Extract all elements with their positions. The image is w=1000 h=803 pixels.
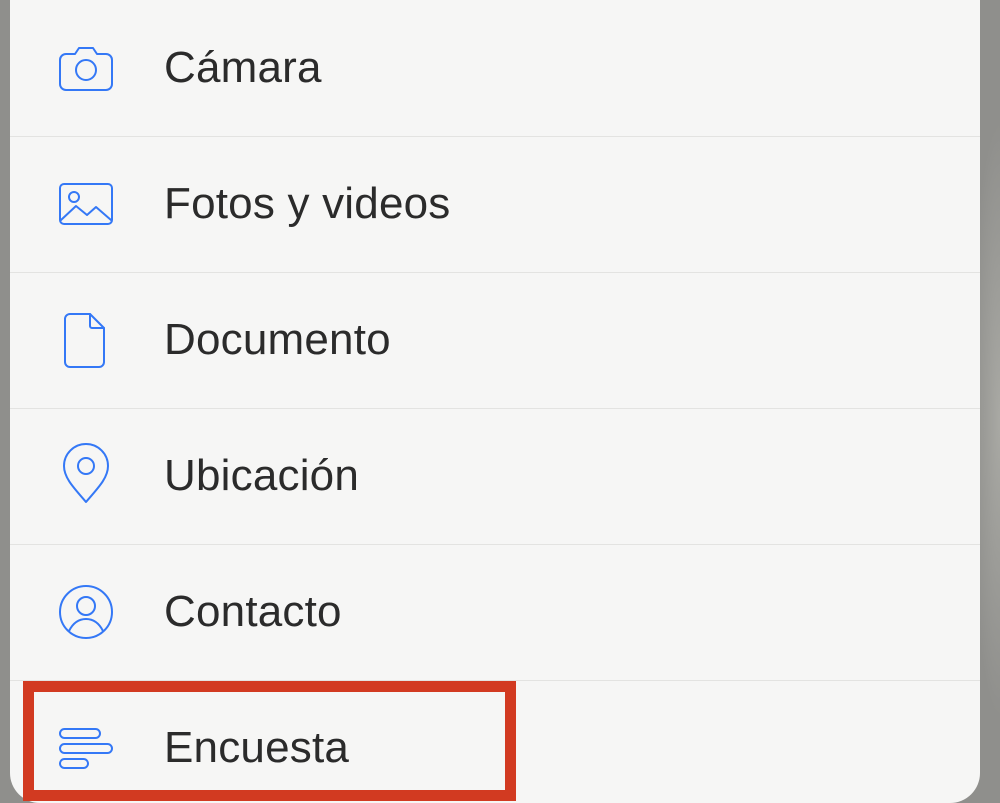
contact-icon (52, 578, 120, 646)
menu-item-label: Ubicación (164, 451, 360, 500)
menu-item-poll[interactable]: Encuesta (10, 680, 980, 803)
menu-item-contact[interactable]: Contacto (10, 544, 980, 680)
attachment-action-sheet: Cámara Fotos y videos Documento Ubicació… (10, 0, 980, 803)
menu-item-document[interactable]: Documento (10, 272, 980, 408)
menu-item-label: Fotos y videos (164, 179, 451, 228)
location-pin-icon (52, 442, 120, 510)
menu-item-label: Encuesta (164, 723, 350, 772)
poll-icon (52, 714, 120, 782)
menu-item-photos-videos[interactable]: Fotos y videos (10, 136, 980, 272)
menu-item-label: Cámara (164, 43, 322, 92)
attachment-menu: Cámara Fotos y videos Documento Ubicació… (10, 0, 980, 803)
document-icon (52, 306, 120, 374)
menu-item-location[interactable]: Ubicación (10, 408, 980, 544)
image-icon (52, 170, 120, 238)
menu-item-camera[interactable]: Cámara (10, 0, 980, 136)
menu-item-label: Contacto (164, 587, 342, 636)
menu-item-label: Documento (164, 315, 391, 364)
camera-icon (52, 34, 120, 102)
